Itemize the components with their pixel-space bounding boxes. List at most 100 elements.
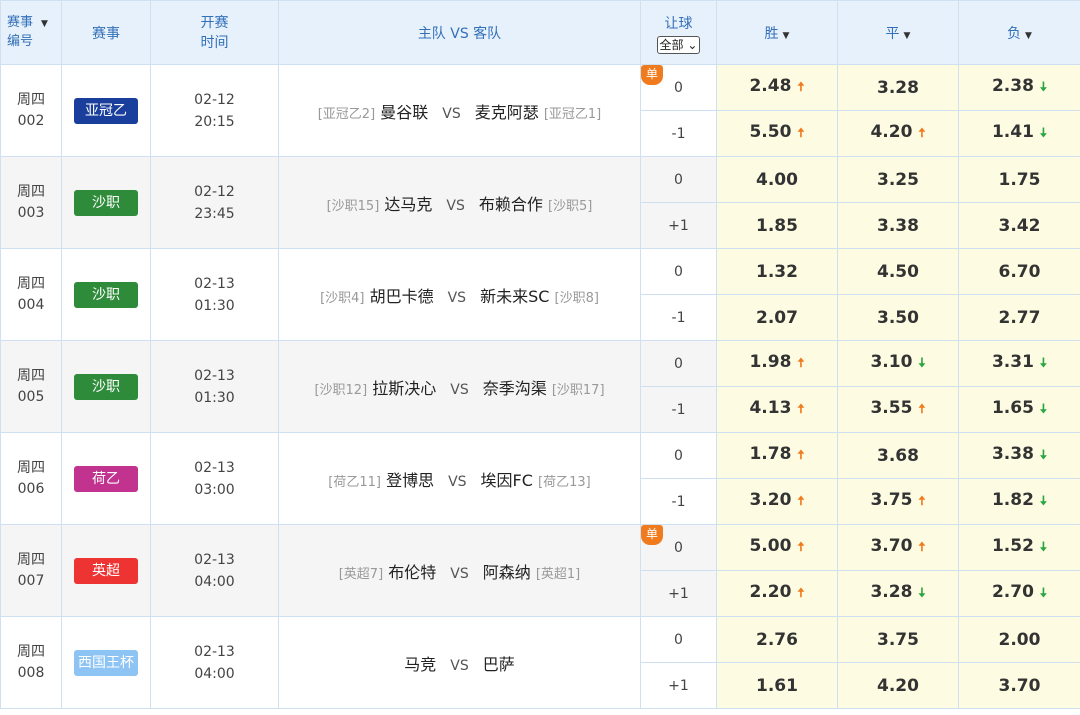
odds-cell[interactable]: 3.28	[837, 64, 959, 111]
odds-cell[interactable]: 1.98 🠅	[716, 340, 838, 387]
home-team[interactable]: 达马克	[384, 195, 432, 214]
odds-cell[interactable]: 4.50	[837, 248, 959, 295]
odds-cell[interactable]: 1.65 🠇	[958, 386, 1080, 433]
handicap-value: +1	[640, 662, 717, 709]
odds-cell[interactable]: 1.85	[716, 202, 838, 249]
odds-cell[interactable]: 1.32	[716, 248, 838, 295]
away-team[interactable]: 麦克阿瑟	[475, 103, 539, 122]
odds-cell[interactable]: 2.38 🠇	[958, 64, 1080, 111]
odds-cell[interactable]: 3.38	[837, 202, 959, 249]
odds-cell[interactable]: 3.10 🠇	[837, 340, 959, 387]
home-rank-tag: [沙职4]	[320, 290, 365, 306]
away-rank-tag: [沙职5]	[547, 198, 593, 214]
league-cell: 沙职	[61, 156, 151, 249]
odds-cell[interactable]: 1.78 🠅	[716, 432, 838, 479]
odds-cell[interactable]: 3.75	[837, 616, 959, 663]
odds-value: 2.77	[998, 307, 1041, 328]
header-lose[interactable]: 负 ▼	[958, 0, 1080, 65]
away-team[interactable]: 奈季沟渠	[483, 379, 547, 398]
away-team[interactable]: 埃因FC	[481, 471, 533, 490]
odds-cell[interactable]: 2.00	[958, 616, 1080, 663]
odds-cell[interactable]: 3.20 🠅	[716, 478, 838, 525]
odds-value: 3.70	[870, 535, 913, 556]
arrow-down-icon: 🠇	[1039, 493, 1048, 509]
odds-cell[interactable]: 1.52 🠇	[958, 524, 1080, 571]
odds-cell[interactable]: 3.42	[958, 202, 1080, 249]
odds-cell[interactable]: 3.50	[837, 294, 959, 341]
odds-value: 4.00	[756, 169, 798, 190]
odds-cell[interactable]: 2.70 🠇	[958, 570, 1080, 617]
table-row: 周四 004 沙职 02-13 01:30 [沙职4] 胡巴卡德 VS 新未来SC [沙职8]…	[0, 248, 1080, 341]
vs-label: VS	[448, 473, 467, 490]
header-draw[interactable]: 平 ▼	[837, 0, 959, 65]
odds-cell[interactable]: 1.82 🠇	[958, 478, 1080, 525]
odds-cell[interactable]: 1.61	[716, 662, 838, 709]
header-win[interactable]: 胜 ▼	[716, 0, 838, 65]
away-team[interactable]: 布赖合作	[479, 195, 543, 214]
league-badge[interactable]: 沙职	[74, 189, 138, 216]
away-team[interactable]: 新未来SC	[480, 287, 549, 306]
arrow-up-icon: 🠅	[918, 493, 926, 509]
league-badge[interactable]: 英超	[74, 557, 138, 584]
arrow-down-icon: 🠇	[1039, 79, 1048, 95]
league-badge[interactable]: 沙职	[74, 373, 138, 400]
sort-down-icon: ▼	[782, 30, 790, 41]
table-header-row: 赛事 ▼ 编号 赛事 开赛 时间 主队 VS 客队 让球 全部 ⌄ 胜 ▼ 平 ▼ 负…	[0, 0, 1080, 65]
odds-value: 1.98	[749, 351, 792, 372]
odds-cell[interactable]: 3.70 🠅	[837, 524, 959, 571]
home-team[interactable]: 胡巴卡德	[370, 287, 434, 306]
odds-cell[interactable]: 3.25	[837, 156, 959, 203]
odds-cell[interactable]: 4.20 🠅	[837, 110, 959, 157]
table-row: 周四 005 沙职 02-13 01:30 [沙职12] 拉斯决心 VS 奈季沟渠 [沙职17…	[0, 340, 1080, 433]
away-team[interactable]: 巴萨	[483, 655, 515, 674]
league-badge[interactable]: 荷乙	[74, 465, 138, 492]
league-badge[interactable]: 沙职	[74, 281, 138, 308]
odds-cell[interactable]: 4.20	[837, 662, 959, 709]
home-team[interactable]: 拉斯决心	[372, 379, 436, 398]
odds-cell[interactable]: 4.13 🠅	[716, 386, 838, 433]
handicap-value: 0	[640, 156, 717, 203]
handicap-filter-select[interactable]: 全部 ⌄	[656, 35, 701, 54]
home-team[interactable]: 布伦特	[388, 563, 436, 582]
header-league: 赛事	[61, 0, 151, 65]
odds-cell[interactable]: 3.31 🠇	[958, 340, 1080, 387]
handicap-value: +1	[640, 202, 717, 249]
odds-cell[interactable]: 5.00 🠅	[716, 524, 838, 571]
odds-cell[interactable]: 2.77	[958, 294, 1080, 341]
header-match-id[interactable]: 赛事 ▼ 编号	[0, 0, 62, 65]
sort-down-icon: ▼	[41, 19, 48, 29]
table-row: 周四 007 英超 02-13 04:00 [英超7] 布伦特 VS 阿森纳 [英超1] 单 0 5…	[0, 524, 1080, 617]
odds-cell[interactable]: 5.50 🠅	[716, 110, 838, 157]
odds-cell[interactable]: 3.55 🠅	[837, 386, 959, 433]
odds-cell[interactable]: 3.28 🠇	[837, 570, 959, 617]
odds-cell[interactable]: 2.07	[716, 294, 838, 341]
header-start-time: 开赛 时间	[150, 0, 279, 65]
odds-cell[interactable]: 2.48 🠅	[716, 64, 838, 111]
arrow-down-icon: 🠇	[918, 355, 926, 371]
odds-cell[interactable]: 4.00	[716, 156, 838, 203]
odds-cell[interactable]: 2.76	[716, 616, 838, 663]
league-cell: 亚冠乙	[61, 64, 151, 157]
odds-value: 6.70	[998, 261, 1041, 282]
odds-cell[interactable]: 6.70	[958, 248, 1080, 295]
odds-cell[interactable]: 2.20 🠅	[716, 570, 838, 617]
odds-cell[interactable]: 3.70	[958, 662, 1080, 709]
odds-cell[interactable]: 3.75 🠅	[837, 478, 959, 525]
home-team[interactable]: 马竞	[404, 655, 436, 674]
odds-cell[interactable]: 1.75	[958, 156, 1080, 203]
odds-value: 2.20	[749, 581, 792, 602]
league-badge[interactable]: 西国王杯	[74, 649, 138, 676]
header-match: 主队 VS 客队	[278, 0, 641, 65]
odds-cell[interactable]: 3.68	[837, 432, 959, 479]
odds-cell[interactable]: 1.41 🠇	[958, 110, 1080, 157]
odds-value: 1.32	[756, 261, 798, 282]
odds-cell[interactable]: 3.38 🠇	[958, 432, 1080, 479]
league-badge[interactable]: 亚冠乙	[74, 97, 138, 124]
home-team[interactable]: 登博思	[386, 471, 434, 490]
odds-value: 1.65	[991, 397, 1034, 418]
arrow-up-icon: 🠅	[918, 125, 926, 141]
away-team[interactable]: 阿森纳	[483, 563, 531, 582]
home-team[interactable]: 曼谷联	[380, 103, 428, 122]
arrow-down-icon: 🠇	[918, 585, 926, 601]
home-rank-tag: [英超7]	[338, 566, 384, 582]
